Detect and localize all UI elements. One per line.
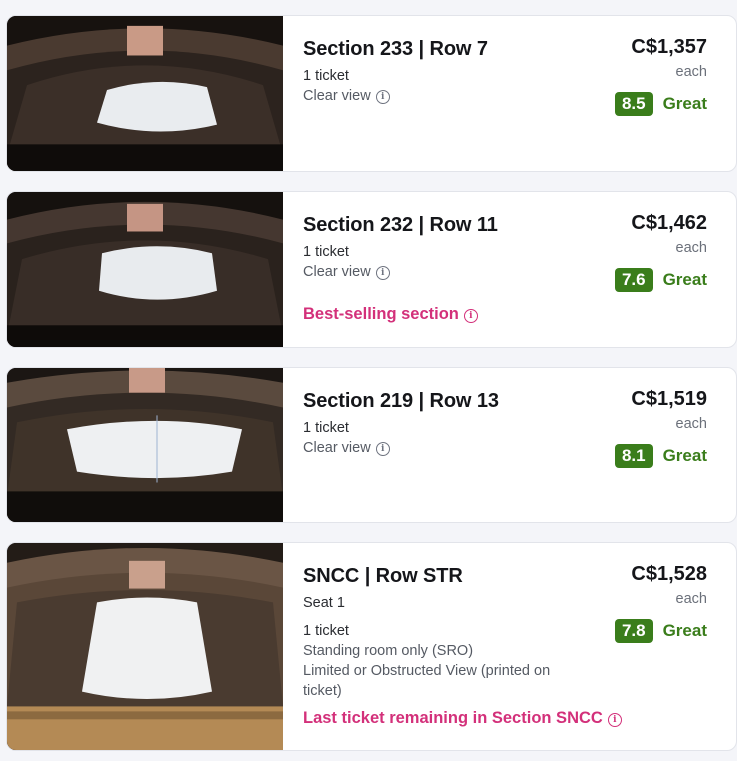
listing-card[interactable]: Section 219 | Row 13 1 ticket Clear view… xyxy=(6,367,737,523)
highlight-label: Last ticket remaining in Section SNCC xyxy=(303,709,603,727)
rating-label: Great xyxy=(662,270,707,289)
rating-score: 8.5 xyxy=(614,92,653,116)
ticket-count: 1 ticket xyxy=(303,244,349,260)
rating-badge: 8.5 Great xyxy=(614,92,707,116)
info-icon[interactable]: i xyxy=(375,266,390,280)
listing-card[interactable]: Section 232 | Row 11 1 ticket Clear view… xyxy=(6,191,737,348)
arena-view-image xyxy=(7,192,283,347)
rating-label: Great xyxy=(662,621,707,640)
rating-score: 8.1 xyxy=(614,444,653,468)
price: C$1,519 xyxy=(631,388,707,410)
listing-card[interactable]: Section 233 | Row 7 1 ticket Clear view i… xyxy=(6,15,737,172)
price-unit: each xyxy=(675,240,707,256)
rating-score: 7.8 xyxy=(614,619,653,643)
info-icon[interactable]: i xyxy=(375,90,390,104)
listing-card[interactable]: SNCC | Row STR Seat 1 1 ticket Standing … xyxy=(6,542,737,751)
rating-label: Great xyxy=(662,446,707,465)
price-unit: each xyxy=(675,416,707,432)
view-label: Clear view xyxy=(303,264,371,280)
highlight-label: Best-selling section xyxy=(303,305,459,323)
listing-note: ticket) xyxy=(303,683,342,699)
listing-note: Standing room only (SRO) xyxy=(303,643,474,659)
rating-label: Great xyxy=(662,94,707,113)
arena-view-image xyxy=(7,16,283,171)
arena-view-image xyxy=(7,543,283,750)
price-unit: each xyxy=(675,64,707,80)
price-unit: each xyxy=(675,591,707,607)
seat-number: Seat 1 xyxy=(303,595,345,611)
last-ticket-badge: Last ticket remaining in Section SNCC i xyxy=(303,709,622,728)
listing-title: Section 233 | Row 7 xyxy=(303,38,488,60)
listing-title: Section 219 | Row 13 xyxy=(303,390,499,412)
price: C$1,462 xyxy=(631,212,707,234)
listing-title: SNCC | Row STR xyxy=(303,565,463,587)
view-quality: Clear view i xyxy=(303,264,390,280)
rating-badge: 7.6 Great xyxy=(614,268,707,292)
rating-badge: 7.8 Great xyxy=(614,619,707,643)
price: C$1,528 xyxy=(631,563,707,585)
ticket-count: 1 ticket xyxy=(303,623,349,639)
info-icon[interactable]: i xyxy=(463,309,478,323)
info-icon[interactable]: i xyxy=(375,442,390,456)
view-label: Clear view xyxy=(303,440,371,456)
view-quality: Clear view i xyxy=(303,88,390,104)
listing-note: Limited or Obstructed View (printed on xyxy=(303,663,551,679)
price: C$1,357 xyxy=(631,36,707,58)
arena-view-image xyxy=(7,368,283,522)
listing-title: Section 232 | Row 11 xyxy=(303,214,498,236)
ticket-count: 1 ticket xyxy=(303,420,349,436)
rating-score: 7.6 xyxy=(614,268,653,292)
ticket-count: 1 ticket xyxy=(303,68,349,84)
view-quality: Clear view i xyxy=(303,440,390,456)
info-icon[interactable]: i xyxy=(607,713,622,727)
rating-badge: 8.1 Great xyxy=(614,444,707,468)
view-label: Clear view xyxy=(303,88,371,104)
best-selling-badge: Best-selling section i xyxy=(303,305,478,324)
